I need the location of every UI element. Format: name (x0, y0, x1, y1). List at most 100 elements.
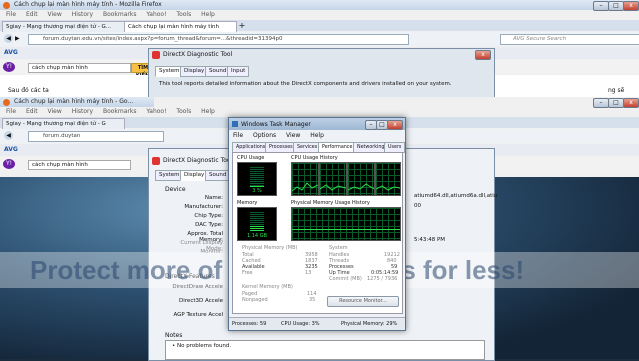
fg-menu-bar: File Edit View History Bookmarks Yahoo! … (6, 108, 223, 115)
fg-back-button[interactable]: ◀ (4, 131, 13, 140)
memory-history-graph (291, 207, 401, 241)
status-cpu: CPU Usage: 3% (281, 321, 320, 327)
taskmgr-menu-options[interactable]: Options (253, 132, 276, 139)
fg-menu-tools[interactable]: Tools (176, 108, 191, 115)
fg-menu-help[interactable]: Help (201, 108, 215, 115)
menu-view[interactable]: View (48, 11, 62, 18)
fg-window-title: Cách chụp lại màn hình máy tính - Go... (0, 97, 154, 107)
menu-history[interactable]: History (72, 11, 93, 18)
fg-menu-history[interactable]: History (72, 108, 93, 115)
fg-minimize-button[interactable]: – (593, 98, 609, 108)
driver-files-value: atiumd64.dll,atiumd6a.dll,atiu (414, 193, 498, 199)
memory-history-label: Physical Memory Usage History (291, 200, 370, 206)
content-snippet-right: ng sẽ (608, 87, 625, 94)
menu-edit[interactable]: Edit (26, 11, 38, 18)
cpu-history-line-2 (320, 184, 346, 191)
cpu-history-graph-3 (347, 162, 375, 196)
physmem-header: Physical Memory (MB) (242, 245, 298, 251)
fg-menu-edit[interactable]: Edit (26, 108, 38, 115)
cpu-usage-label: CPU Usage (237, 155, 265, 161)
cpu-history-graph (291, 162, 319, 196)
close-button[interactable]: x (623, 1, 639, 11)
taskmgr-icon (232, 121, 238, 127)
tab-input[interactable]: Input (227, 66, 250, 77)
resource-monitor-button[interactable]: Resource Monitor... (327, 296, 399, 307)
cpu-history-line-1 (292, 182, 318, 192)
dxdiag-close-button[interactable]: x (475, 50, 491, 60)
cpu-gauge-bar (250, 167, 264, 187)
avg-logo: AVG (4, 49, 18, 56)
dxdiag-title: DirectX Diagnostic Tool (163, 51, 233, 58)
new-tab-button[interactable]: + (237, 21, 247, 31)
taskmgr-title: Windows Task Manager (241, 121, 311, 128)
minimize-button[interactable]: – (593, 1, 609, 11)
cpu-history-label: CPU Usage History (291, 155, 338, 161)
cpu-history-graph-4 (375, 162, 401, 196)
memory-gauge: 1.14 GB (237, 207, 277, 241)
maximize-button[interactable]: □ (608, 1, 624, 11)
search-field[interactable]: AVG Secure Search (500, 34, 639, 45)
field-dac-type: DAC Type: (195, 222, 223, 228)
forward-button[interactable]: ▶ (15, 35, 20, 42)
menu-bookmarks[interactable]: Bookmarks (103, 11, 137, 18)
status-processes: Processes: 59 (232, 321, 267, 327)
notes-label: Notes (165, 332, 183, 339)
taskmgr-tabs: Applications Processes Services Performa… (232, 142, 406, 153)
menu-tools[interactable]: Tools (176, 11, 191, 18)
taskmgr-menu-file[interactable]: File (233, 132, 243, 139)
url-bar[interactable]: forum.duytan.edu.vn/sites/index.aspx?p=f… (28, 34, 409, 45)
notes-box: • No problems found. (165, 340, 485, 360)
fg-yahoo-search-input[interactable]: cách chụp màn hình (28, 160, 131, 170)
cpu-percent-value: 3 % (252, 188, 262, 194)
physmem-free-label: Free (242, 270, 253, 276)
menu-yahoo[interactable]: Yahoo! (146, 11, 166, 18)
fg-menu-bookmarks[interactable]: Bookmarks (103, 108, 137, 115)
cpu-gauge-fill (250, 186, 264, 187)
nav-toolbar: ◀ ▶ forum.duytan.edu.vn/sites/index.aspx… (0, 32, 639, 46)
system-commit-value: 1275 / 7936 (367, 276, 398, 282)
system-header: System (329, 245, 348, 251)
memory-value: 1.14 GB (246, 233, 268, 239)
menu-help[interactable]: Help (201, 11, 215, 18)
yahoo-logo: Y! (3, 62, 15, 72)
fg-menu-view[interactable]: View (48, 108, 62, 115)
fg-close-button[interactable]: x (623, 98, 639, 108)
dx-icon (152, 51, 160, 59)
field-chip-type: Chip Type: (194, 213, 223, 219)
menu-file[interactable]: File (6, 11, 16, 18)
dxdiag-intro: This tool reports detailed information a… (159, 81, 452, 87)
menu-bar: File Edit View History Bookmarks Yahoo! … (6, 11, 223, 18)
fg-tab-sound[interactable]: Sound (205, 170, 231, 181)
system-commit-label: Commit (MB) (329, 276, 362, 282)
device-group-label: Device (165, 186, 186, 193)
field-manufacturer: Manufacturer: (184, 204, 223, 210)
fg-dxdiag-title: DirectX Diagnostic Tool (163, 157, 233, 164)
kernel-nonpaged-value: 35 (309, 297, 316, 303)
fg-firefox-icon (3, 99, 10, 106)
window-title: Cách chụp lại màn hình máy tính - Mozill… (0, 0, 639, 10)
taskmgr-menu-view[interactable]: View (286, 132, 300, 139)
fg-yahoo-logo: Y! (3, 159, 15, 169)
field-name: Name: (204, 195, 223, 201)
feature-agp: AGP Texture Accel (173, 312, 224, 318)
fg-maximize-button[interactable]: □ (608, 98, 624, 108)
taskmgr-close-button[interactable]: x (387, 120, 403, 130)
notes-item: • No problems found. (172, 343, 232, 349)
fg-avg-logo: AVG (4, 146, 18, 153)
back-button[interactable]: ◀ (4, 34, 13, 43)
physmem-free-value: 13 (305, 270, 312, 276)
cpu-usage-gauge: 3 % (237, 162, 277, 196)
cpu-history-line-3 (348, 183, 374, 191)
taskmgr-menu-help[interactable]: Help (310, 132, 324, 139)
taskmgr-menu-bar: File Options View Help (233, 132, 332, 139)
fg-url-bar[interactable]: forum.duytan (28, 131, 164, 142)
yahoo-search-input[interactable]: cách chụp màn hình (28, 63, 131, 73)
kernel-header: Kernel Memory (MB) (242, 284, 293, 290)
cpu-history-graph-2 (319, 162, 347, 196)
dxdiag-tabs: System Display Sound Input (155, 66, 485, 77)
kernel-nonpaged-label: Nonpaged (242, 297, 268, 303)
memory-label: Memory (237, 200, 258, 206)
taskmgr-status-bar: Processes: 59 CPU Usage: 3% Physical Mem… (229, 317, 405, 330)
fg-menu-yahoo[interactable]: Yahoo! (146, 108, 166, 115)
fg-menu-file[interactable]: File (6, 108, 16, 115)
